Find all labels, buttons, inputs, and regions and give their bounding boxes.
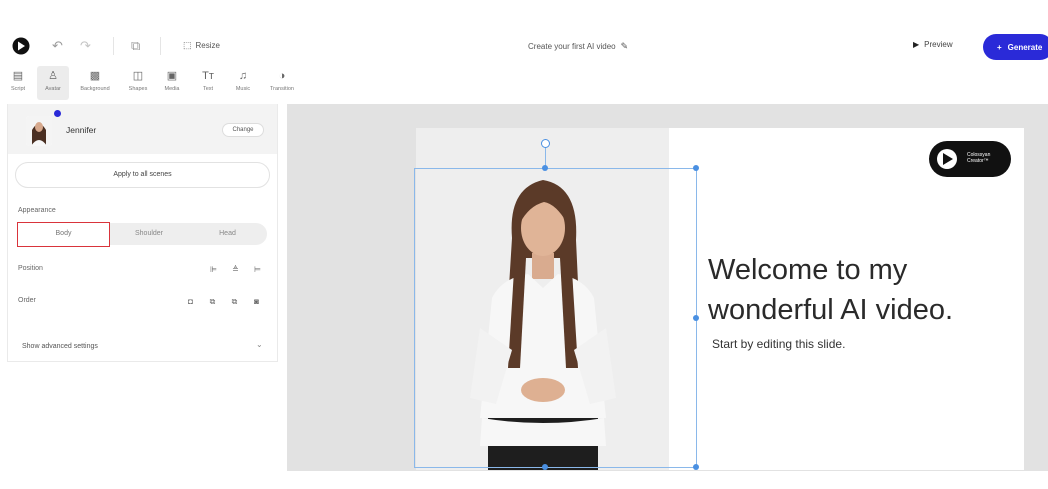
media-icon: ▣: [166, 70, 178, 82]
tool-avatar[interactable]: ♙ Avatar: [37, 66, 69, 100]
rotate-handle[interactable]: [541, 139, 550, 148]
order-controls: ◘ ⧉ ⧉ ◙: [185, 296, 262, 307]
align-center-icon[interactable]: ≜: [230, 264, 241, 275]
resize-handle-bottom[interactable]: [542, 464, 548, 470]
resize-handle-top[interactable]: [542, 165, 548, 171]
avatar-selector: Jennifer Change: [8, 104, 277, 154]
avatar-icon: ♙: [48, 70, 58, 82]
tool-label: Text: [202, 86, 214, 92]
tool-label: Avatar: [45, 86, 61, 92]
tool-label: Music: [235, 86, 251, 92]
selected-indicator-dot: [54, 110, 61, 117]
align-right-icon[interactable]: ⊨: [252, 264, 263, 275]
send-backward-icon[interactable]: ⧉: [229, 296, 240, 307]
tool-text[interactable]: Tт Text: [192, 66, 224, 100]
tool-label: Script: [10, 86, 26, 92]
chevron-down-icon[interactable]: ⌄: [256, 340, 263, 349]
play-icon: ▶: [913, 40, 920, 49]
apply-to-all-scenes-button[interactable]: Apply to all scenes: [15, 162, 270, 188]
generate-label: Generate: [1007, 42, 1043, 52]
tool-background[interactable]: ▩ Background: [79, 66, 111, 100]
send-to-back-icon[interactable]: ◙: [251, 296, 262, 307]
selection-box[interactable]: [414, 168, 697, 468]
appearance-option-head[interactable]: Head: [188, 223, 267, 245]
position-controls: ⊫ ≜ ⊨: [208, 264, 263, 275]
generate-button[interactable]: + Generate: [983, 34, 1048, 60]
slide-subline[interactable]: Start by editing this slide.: [712, 337, 845, 351]
appearance-option-body[interactable]: Body: [17, 222, 110, 247]
resize-label: Resize: [195, 41, 220, 50]
resize-handle-top-right[interactable]: [693, 165, 699, 171]
resize-handle-bottom-right[interactable]: [693, 464, 699, 470]
order-label: Order: [18, 297, 36, 304]
editor-toolbar: ▤ Script ♙ Avatar ▩ Background ◫ Shapes …: [0, 66, 300, 102]
resize-icon: ⬚: [183, 40, 192, 50]
divider: [160, 37, 161, 55]
tool-script[interactable]: ▤ Script: [2, 66, 34, 100]
slide-headline[interactable]: Welcome to my wonderful AI video.: [708, 250, 1018, 330]
transition-icon: ◑: [278, 70, 286, 82]
shapes-icon: ◫: [132, 70, 144, 82]
bring-to-front-icon[interactable]: ◘: [185, 296, 196, 307]
tool-label: Media: [164, 86, 180, 92]
preview-label: Preview: [924, 40, 953, 49]
avatar-person-icon: [26, 116, 52, 146]
resize-button[interactable]: ⬚ Resize: [183, 40, 220, 51]
bottom-area: [0, 471, 1048, 489]
music-icon: ♫: [238, 70, 248, 82]
brand-text: Colossyan Creator™: [967, 152, 990, 164]
avatar-thumbnail[interactable]: [26, 116, 52, 146]
brand-play-icon: [937, 149, 957, 169]
tool-music[interactable]: ♫ Music: [227, 66, 259, 100]
bring-forward-icon[interactable]: ⧉: [207, 296, 218, 307]
brand-line-2: Creator™: [967, 158, 989, 164]
edit-pencil-icon[interactable]: ✎: [621, 41, 629, 52]
app-logo-icon[interactable]: [12, 37, 30, 55]
appearance-label: Appearance: [18, 207, 56, 214]
tool-shapes[interactable]: ◫ Shapes: [122, 66, 154, 100]
change-avatar-button[interactable]: Change: [222, 123, 264, 137]
brand-logo[interactable]: Colossyan Creator™: [929, 141, 1011, 177]
copy-icon[interactable]: ⧉: [131, 39, 140, 53]
redo-icon[interactable]: ↷: [80, 39, 91, 53]
align-left-icon[interactable]: ⊫: [208, 264, 219, 275]
avatar-settings-panel: Jennifer Change Apply to all scenes Appe…: [7, 104, 278, 362]
plus-icon: +: [997, 42, 1002, 52]
tool-transition[interactable]: ◑ Transition: [266, 66, 298, 100]
show-advanced-settings-toggle[interactable]: Show advanced settings: [22, 343, 98, 350]
resize-handle-right[interactable]: [693, 315, 699, 321]
divider: [113, 37, 114, 55]
position-label: Position: [18, 265, 43, 272]
tool-label: Shapes: [128, 86, 148, 92]
preview-button[interactable]: ▶ Preview: [913, 40, 953, 49]
text-icon: Tт: [202, 70, 214, 82]
appearance-option-shoulder[interactable]: Shoulder: [110, 223, 188, 245]
avatar-name: Jennifer: [66, 125, 97, 135]
script-icon: ▤: [12, 70, 24, 82]
background-icon: ▩: [89, 70, 101, 82]
tool-label: Transition: [270, 86, 294, 92]
app-window: ↶ ↷ ⧉ ⬚ Resize Create your first AI vide…: [0, 0, 1048, 489]
appearance-segmented-control: Body Shoulder Head: [17, 222, 267, 247]
project-title-text: Create your first AI video: [528, 42, 616, 51]
undo-icon[interactable]: ↶: [52, 39, 63, 53]
tool-label: Background: [80, 86, 110, 92]
top-bar: ↶ ↷ ⧉ ⬚ Resize Create your first AI vide…: [0, 28, 1048, 66]
tool-media[interactable]: ▣ Media: [156, 66, 188, 100]
project-title[interactable]: Create your first AI video ✎: [528, 41, 628, 52]
